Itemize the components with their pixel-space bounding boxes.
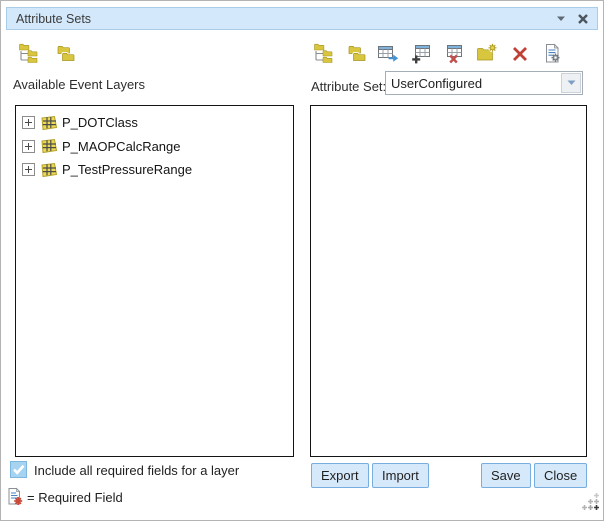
tree-row-p-testpressurerange[interactable]: P_TestPressureRange [16, 158, 293, 182]
close-button[interactable] [576, 12, 590, 26]
collapse-button[interactable] [554, 12, 568, 26]
folder-tree-button-2[interactable] [312, 42, 334, 64]
close-x-icon [577, 13, 589, 25]
window-title: Attribute Sets [16, 12, 91, 26]
folder-tree-button[interactable] [17, 42, 39, 64]
folder-tree-icon [17, 43, 39, 64]
copy-folders-icon [54, 43, 76, 64]
copy-folders-button-2[interactable] [345, 42, 367, 64]
new-folder-icon [476, 43, 498, 64]
attribute-set-value: UserConfigured [386, 76, 561, 91]
save-button[interactable]: Save [481, 463, 531, 488]
include-required-fields-checkbox[interactable] [10, 461, 27, 478]
available-event-layers-heading: Available Event Layers [13, 77, 145, 92]
event-layer-icon [40, 138, 58, 154]
tree-row-p-dotclass[interactable]: P_DOTClass [16, 111, 293, 135]
import-button[interactable]: Import [372, 463, 429, 488]
available-layers-list: P_DOTClass P_MAOPCalcRange [15, 105, 294, 457]
new-folder-button[interactable] [476, 42, 498, 64]
expand-plus-icon[interactable] [22, 163, 35, 176]
attribute-set-combobox[interactable]: UserConfigured [385, 71, 583, 95]
expand-plus-icon[interactable] [22, 140, 35, 153]
attribute-sets-dialog: Attribute Sets [0, 0, 604, 521]
combo-dropdown-button[interactable] [561, 73, 581, 93]
title-bar[interactable]: Attribute Sets [6, 7, 598, 30]
report-settings-button[interactable] [542, 42, 564, 64]
attribute-set-list[interactable] [310, 105, 587, 457]
caret-down-icon [556, 16, 566, 22]
check-icon [12, 464, 25, 475]
table-add-button[interactable] [411, 42, 433, 64]
resize-grip[interactable] [582, 493, 600, 516]
table-remove-icon [444, 43, 465, 64]
required-field-legend: = Required Field [27, 490, 123, 505]
delete-button[interactable] [509, 42, 531, 64]
layer-label[interactable]: P_MAOPCalcRange [62, 139, 181, 154]
close-button-footer[interactable]: Close [534, 463, 587, 488]
table-export-button[interactable] [378, 42, 400, 64]
required-field-icon [8, 487, 24, 512]
attribute-set-heading: Attribute Set: [311, 79, 386, 94]
copy-folders-icon [345, 43, 367, 64]
event-layer-icon [40, 115, 58, 131]
table-export-icon [378, 43, 399, 64]
export-button[interactable]: Export [311, 463, 369, 488]
table-remove-button[interactable] [443, 42, 465, 64]
expand-plus-icon[interactable] [22, 116, 35, 129]
event-layer-icon [40, 162, 58, 178]
caret-down-icon [567, 80, 576, 86]
resize-grip-icon [582, 493, 600, 511]
tree-row-p-maopcalcrange[interactable]: P_MAOPCalcRange [16, 135, 293, 159]
toolbar-right [312, 42, 564, 64]
include-required-fields-label: Include all required fields for a layer [34, 463, 239, 478]
report-settings-icon [542, 43, 563, 64]
folder-tree-icon [312, 43, 334, 64]
layer-label[interactable]: P_TestPressureRange [62, 162, 192, 177]
copy-folders-button[interactable] [54, 42, 76, 64]
table-add-icon [411, 43, 432, 64]
toolbar-left [17, 42, 76, 64]
layer-label[interactable]: P_DOTClass [62, 115, 138, 130]
delete-x-icon [510, 43, 530, 63]
